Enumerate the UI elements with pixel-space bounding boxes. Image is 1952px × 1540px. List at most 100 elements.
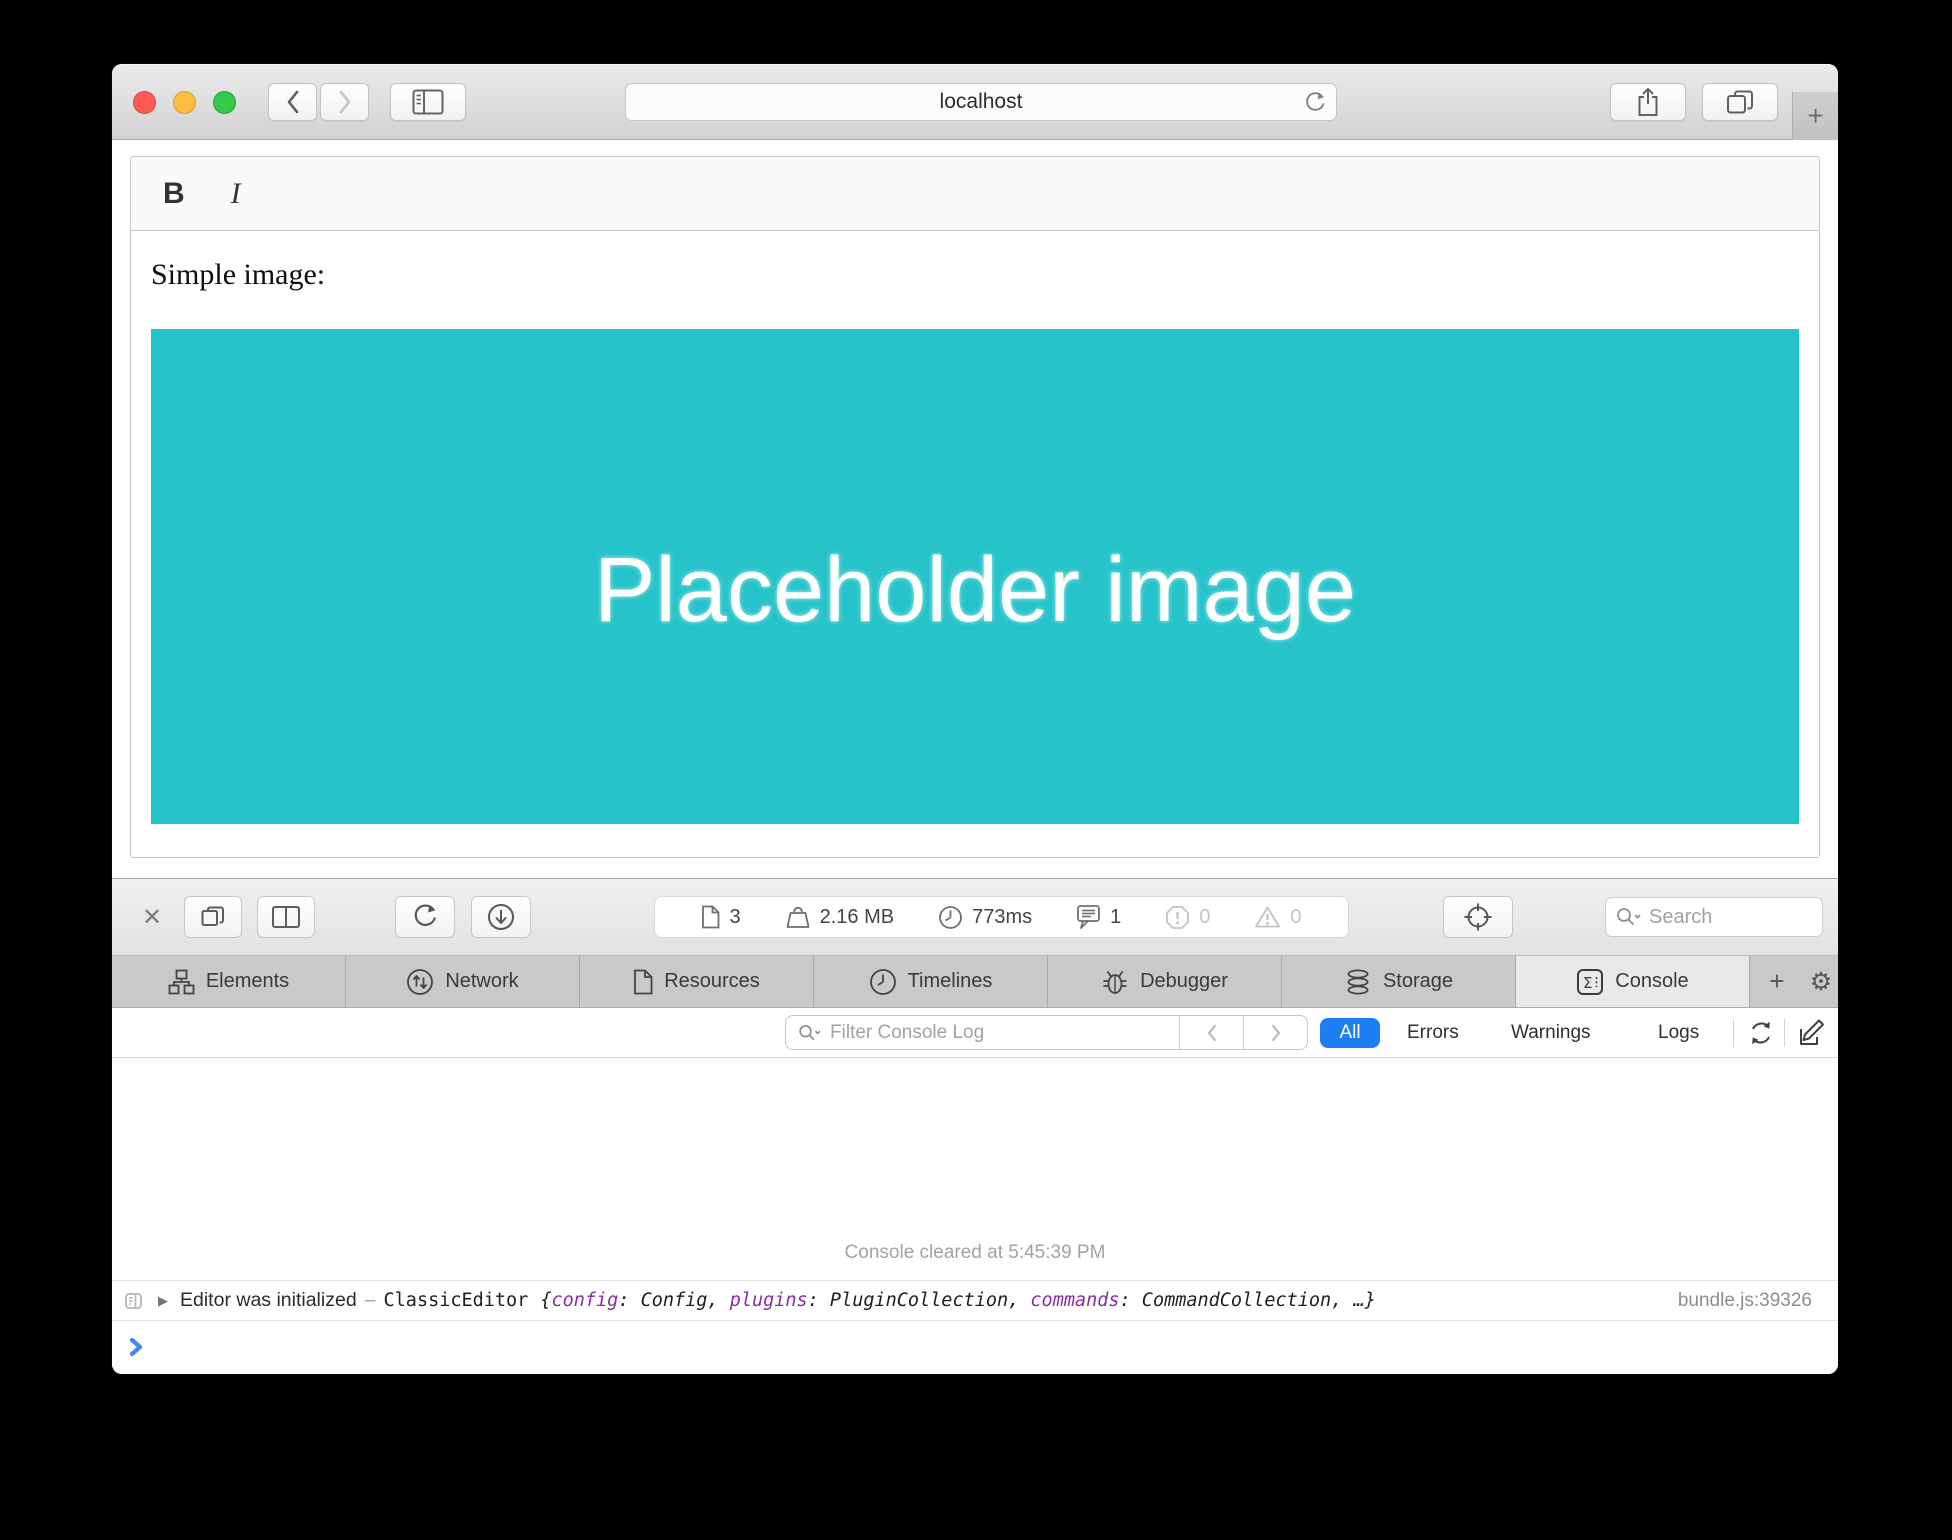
bold-button[interactable]: B bbox=[163, 177, 185, 211]
console-cleared-message: Console cleared at 5:45:39 PM bbox=[112, 1242, 1838, 1264]
detach-inspector-button[interactable] bbox=[184, 896, 242, 938]
preview-open: { bbox=[540, 1290, 551, 1311]
address-bar[interactable]: localhost bbox=[625, 83, 1337, 121]
gear-icon: ⚙ bbox=[1810, 967, 1832, 997]
reload-icon bbox=[411, 903, 439, 931]
database-icon bbox=[1344, 968, 1372, 996]
console-log-row[interactable]: ▶ Editor was initialized – ClassicEditor… bbox=[112, 1280, 1838, 1321]
tabs-overview-icon bbox=[1725, 88, 1755, 116]
clear-console-button[interactable] bbox=[1792, 1017, 1832, 1049]
close-window-button[interactable] bbox=[133, 91, 156, 114]
dock-side-button[interactable] bbox=[257, 896, 315, 938]
chevron-left-icon bbox=[1206, 1024, 1218, 1042]
warning-count: 0 bbox=[1290, 906, 1301, 929]
console-icon: Σ bbox=[1576, 968, 1604, 996]
inspector-search-field[interactable] bbox=[1605, 897, 1823, 937]
disclosure-triangle-icon[interactable]: ▶ bbox=[158, 1293, 168, 1309]
tab-label: Debugger bbox=[1140, 970, 1228, 993]
reload-icon bbox=[1303, 91, 1327, 115]
console-output: Console cleared at 5:45:39 PM ▶ Editor w… bbox=[112, 1058, 1838, 1373]
sidebar-icon bbox=[412, 89, 444, 115]
warning-count-stat[interactable]: 0 bbox=[1254, 905, 1301, 929]
page-weight-stat[interactable]: 2.16 MB bbox=[785, 905, 894, 929]
scope-logs-button[interactable]: Logs bbox=[1658, 1008, 1699, 1058]
back-chevron-icon bbox=[285, 89, 301, 115]
tab-debugger[interactable]: Debugger bbox=[1048, 956, 1282, 1007]
console-filter-group bbox=[785, 1015, 1308, 1050]
tab-overview-button[interactable] bbox=[1702, 83, 1778, 121]
chevron-right-icon bbox=[1270, 1024, 1282, 1042]
inspector-tab-bar: Elements Network Resources bbox=[112, 956, 1838, 1008]
document-icon bbox=[701, 905, 720, 929]
share-button[interactable] bbox=[1610, 83, 1686, 121]
preview-value: : Config, bbox=[618, 1290, 729, 1311]
search-icon bbox=[1616, 907, 1642, 927]
log-message: Editor was initialized bbox=[180, 1289, 357, 1312]
preview-key: plugins bbox=[730, 1290, 808, 1311]
inspector-settings-button[interactable]: ⚙ bbox=[1804, 956, 1838, 1007]
weight-icon bbox=[785, 905, 811, 929]
console-empty-area bbox=[112, 1058, 1838, 1242]
forward-button[interactable] bbox=[320, 83, 369, 121]
back-button[interactable] bbox=[268, 83, 317, 121]
resource-count-stat[interactable]: 3 bbox=[701, 905, 740, 929]
scope-warnings-button[interactable]: Warnings bbox=[1511, 1008, 1591, 1058]
tab-label: Storage bbox=[1383, 970, 1453, 993]
tab-timelines[interactable]: Timelines bbox=[814, 956, 1048, 1007]
editor-content[interactable]: Simple image: Placeholder image bbox=[131, 258, 1819, 824]
resource-count: 3 bbox=[729, 906, 740, 929]
page-stats: 3 2.16 MB 773ms bbox=[654, 896, 1349, 938]
scope-all-button[interactable]: All bbox=[1320, 1018, 1380, 1048]
network-icon bbox=[406, 968, 434, 996]
new-tab-button[interactable]: + bbox=[1792, 92, 1838, 140]
preserve-log-button[interactable] bbox=[1742, 1017, 1780, 1049]
minimize-window-button[interactable] bbox=[173, 91, 196, 114]
search-input[interactable] bbox=[1649, 906, 1789, 929]
svg-text:Σ: Σ bbox=[1583, 974, 1592, 992]
elements-icon bbox=[168, 969, 195, 995]
load-time: 773ms bbox=[972, 906, 1032, 929]
zoom-window-button[interactable] bbox=[213, 91, 236, 114]
italic-button[interactable]: I bbox=[231, 177, 241, 211]
load-time-stat[interactable]: 773ms bbox=[938, 905, 1032, 930]
page-weight: 2.16 MB bbox=[820, 906, 894, 929]
browser-titlebar: localhost bbox=[112, 64, 1838, 140]
next-result-button[interactable] bbox=[1243, 1016, 1307, 1049]
message-bubble-icon bbox=[1076, 904, 1101, 930]
scope-errors-button[interactable]: Errors bbox=[1407, 1008, 1459, 1058]
web-page: B I Simple image: Placeholder image bbox=[112, 141, 1838, 878]
error-octagon-icon bbox=[1165, 905, 1190, 930]
filter-console-input[interactable] bbox=[830, 1022, 1110, 1044]
reload-button[interactable] bbox=[1302, 90, 1328, 116]
reload-page-button[interactable] bbox=[395, 896, 455, 938]
console-message-stat[interactable]: 1 bbox=[1076, 904, 1121, 930]
forward-chevron-icon bbox=[337, 89, 353, 115]
warning-triangle-icon bbox=[1254, 905, 1281, 929]
log-source-location[interactable]: bundle.js:39326 bbox=[1678, 1290, 1812, 1312]
download-button[interactable] bbox=[471, 896, 531, 938]
tab-console[interactable]: Σ Console bbox=[1516, 956, 1750, 1007]
new-inspector-tab-button[interactable]: + bbox=[1750, 956, 1804, 1007]
document-icon bbox=[633, 969, 653, 995]
screenshot-canvas: localhost bbox=[0, 0, 1952, 1540]
clock-icon bbox=[869, 968, 897, 996]
tab-label: Console bbox=[1615, 970, 1688, 993]
download-icon bbox=[486, 902, 516, 932]
console-prompt[interactable] bbox=[112, 1321, 1838, 1373]
detach-window-icon bbox=[199, 904, 227, 930]
tab-storage[interactable]: Storage bbox=[1282, 956, 1516, 1007]
element-picker-button[interactable] bbox=[1443, 896, 1513, 938]
log-level-icon bbox=[124, 1291, 144, 1311]
tab-label: Elements bbox=[206, 970, 289, 993]
tab-elements[interactable]: Elements bbox=[112, 956, 346, 1007]
preview-close: …} bbox=[1353, 1290, 1375, 1311]
tab-network[interactable]: Network bbox=[346, 956, 580, 1007]
previous-result-button[interactable] bbox=[1179, 1016, 1243, 1049]
divider bbox=[1784, 1019, 1785, 1047]
console-filter-field[interactable] bbox=[786, 1016, 1179, 1049]
plus-icon: + bbox=[1769, 966, 1784, 997]
error-count-stat[interactable]: 0 bbox=[1165, 905, 1210, 930]
sidebar-toggle-button[interactable] bbox=[390, 83, 466, 121]
tab-resources[interactable]: Resources bbox=[580, 956, 814, 1007]
close-inspector-button[interactable]: ✕ bbox=[136, 903, 168, 932]
